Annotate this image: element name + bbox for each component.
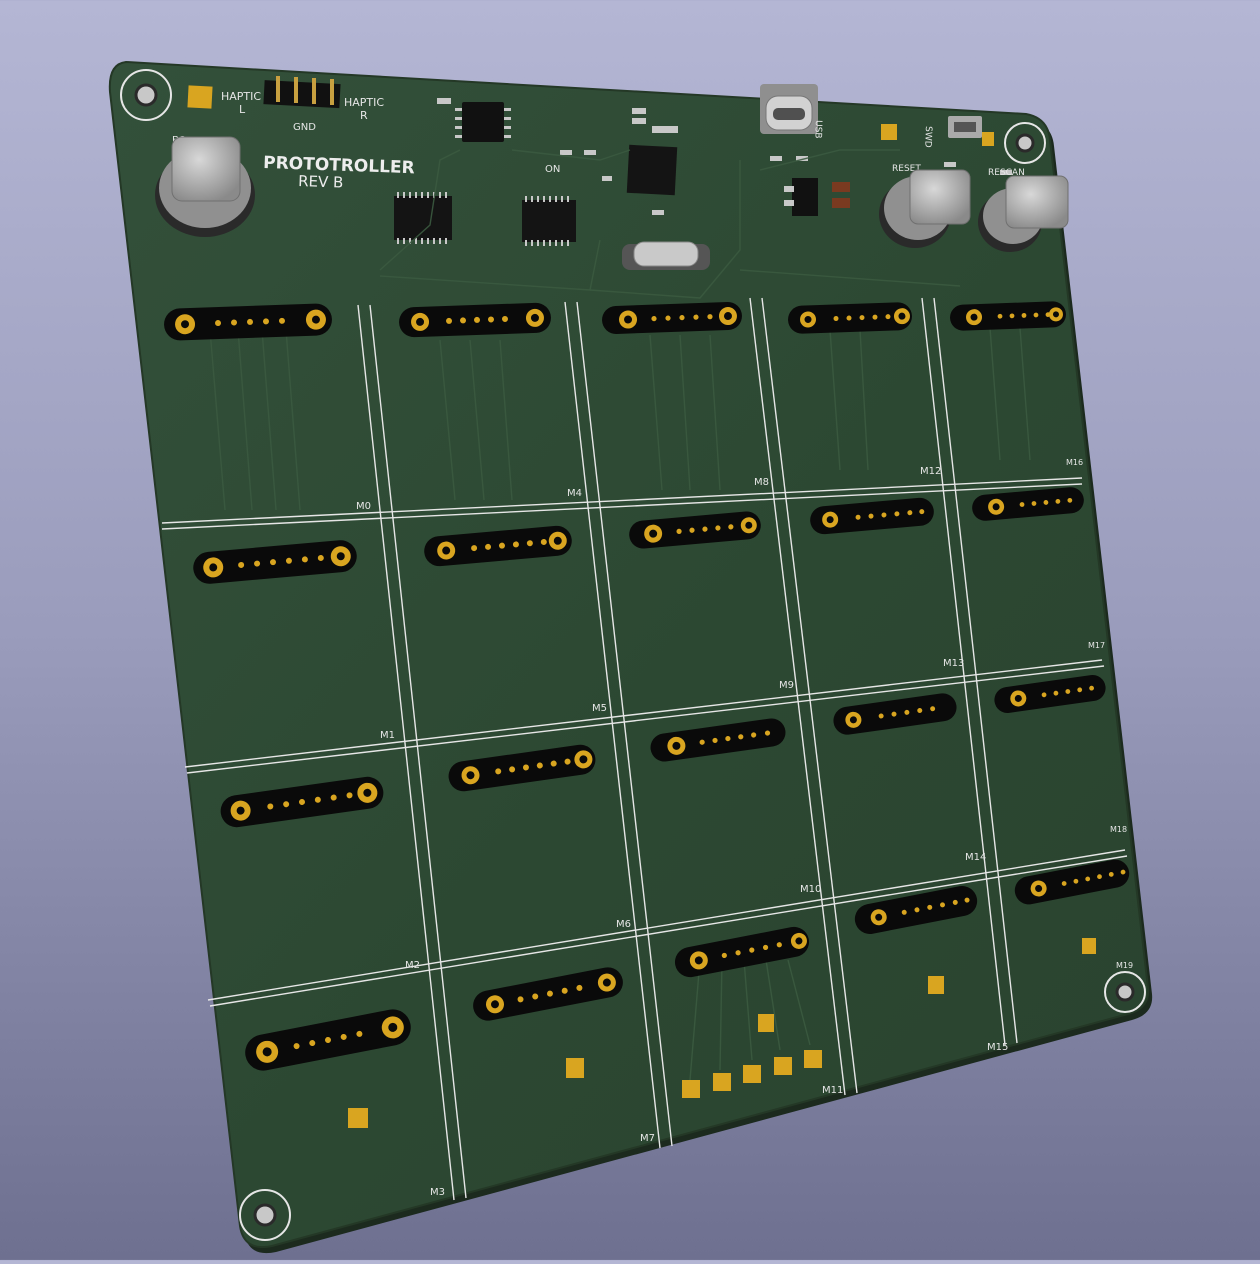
haptic-l-label-line1: HAPTIC [221,90,261,103]
usb-label: USB [812,120,823,139]
module-label-m6: M6 [616,919,631,930]
connector-m4 [399,302,551,338]
mcu-qfn [626,144,678,196]
usb-c-connector[interactable] [760,84,818,134]
test-pad-swd [982,132,994,146]
ic-ssop-left [394,192,452,244]
test-pad-top-left [187,85,213,109]
board-revision: REV B [298,172,344,192]
module-label-m3: M3 [430,1187,445,1198]
module-label-m19: M19 [1116,961,1133,970]
module-label-m13: M13 [943,658,964,669]
pcb-render-viewport: HAPTIC L GND HAPTIC R BO PROTOTROLLER RE… [0,0,1260,1260]
module-label-m18: M18 [1110,825,1127,834]
module-label-m7: M7 [640,1133,655,1144]
haptic-r-label-line2: R [360,109,368,122]
module-label-m17: M17 [1088,641,1105,650]
crystal-oscillator [622,241,710,270]
module-label-m12: M12 [920,466,941,477]
module-label-m5: M5 [592,703,607,714]
module-label-m15: M15 [987,1042,1008,1053]
module-label-m0: M0 [356,501,371,512]
haptic-r-label-line1: HAPTIC [344,96,384,109]
haptic-l-label-line2: L [239,103,246,116]
ic-soic-top [455,102,511,142]
power-on-label: ON [545,164,560,175]
module-label-m1: M1 [380,730,395,741]
module-label-m11: M11 [822,1085,843,1096]
swd-connector[interactable] [948,116,982,138]
test-pad-top-right [881,124,897,140]
connector-m0 [164,303,332,341]
module-label-m16: M16 [1066,458,1083,467]
module-label-m4: M4 [567,488,582,499]
module-label-m2: M2 [405,960,420,971]
connector-m8 [602,302,742,334]
connector-m16 [950,301,1066,331]
swd-label: SWD [922,126,933,148]
ic-ssop-right [522,196,576,246]
module-label-m14: M14 [965,852,986,863]
module-label-m10: M10 [800,884,821,895]
gnd-label: GND [293,122,316,133]
connector-m12 [788,302,912,334]
module-label-m9: M9 [779,680,794,691]
module-label-m8: M8 [754,477,769,488]
pcb-3d-view: HAPTIC L GND HAPTIC R BO PROTOTROLLER RE… [108,60,1153,1254]
